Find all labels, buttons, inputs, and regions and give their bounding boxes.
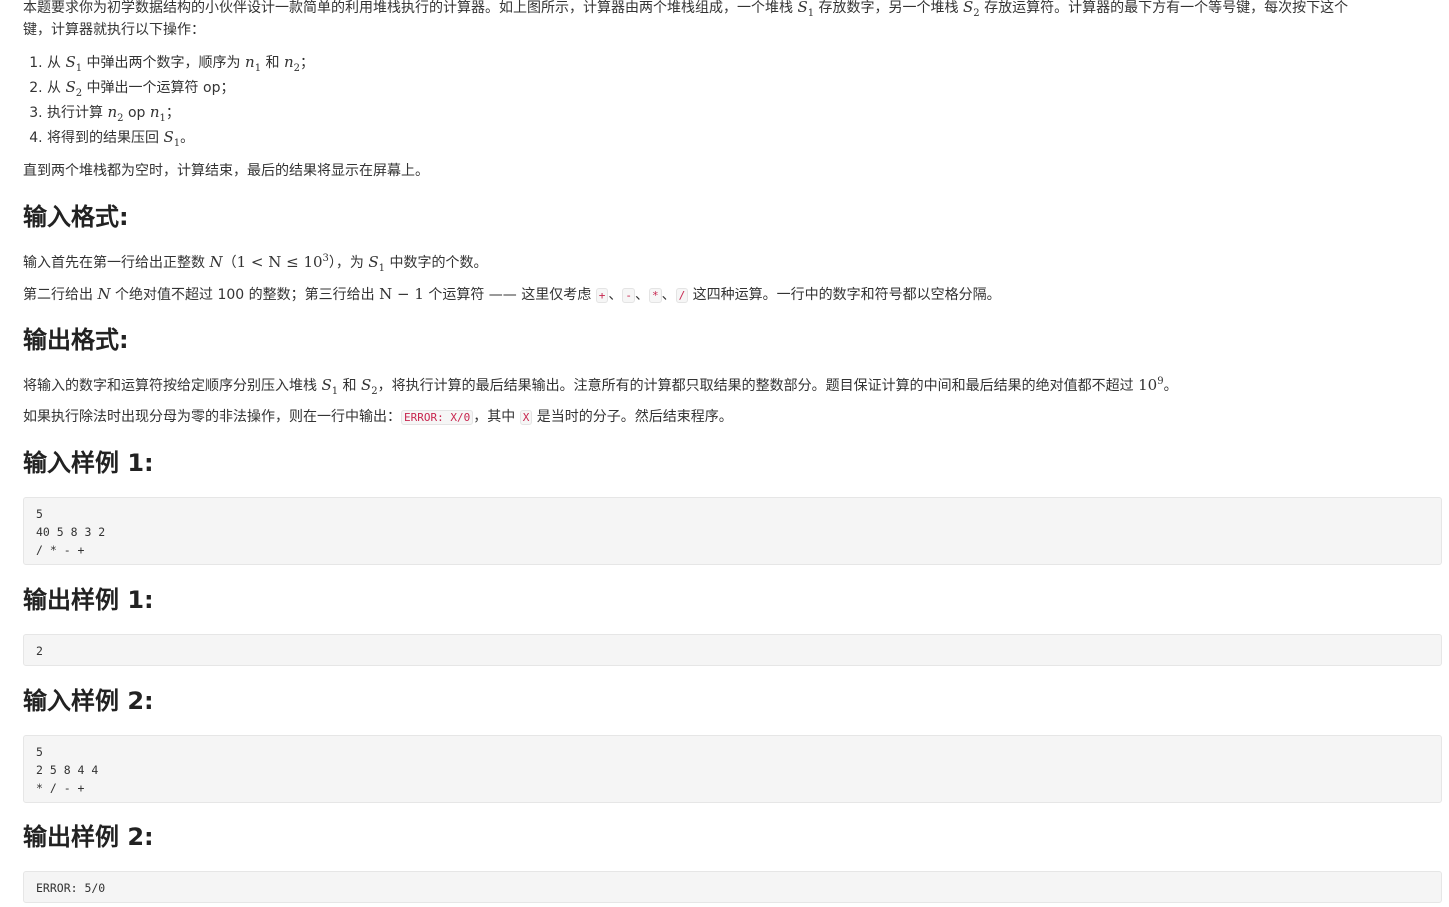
op-divide: / (675, 288, 689, 303)
sample-output-2-code[interactable]: ERROR: 5/0 (23, 871, 1442, 903)
error-format-code: ERROR: X/0 (401, 410, 474, 425)
sample-input-1-heading: 输入样例 1: (23, 449, 154, 477)
intro-text-4: 键，计算器就执行以下操作： (23, 22, 205, 38)
intro-text-2: 存放数字，另一个堆栈 (814, 0, 964, 16)
input-format-line-1: 输入首先在第一行给出正整数 N（1 < N ≤ 103），为 S1 中数字的个数… (23, 253, 488, 274)
output-format-heading: 输出格式: (23, 326, 129, 354)
math-s1: S1 (797, 0, 815, 19)
sample-output-1-code[interactable]: 2 (23, 634, 1442, 666)
op-plus: + (595, 288, 609, 303)
step-item: 执行计算 n2 op n1； (47, 100, 314, 125)
steps-list: 从 S1 中弹出两个数字，顺序为 n1 和 n2； 从 S2 中弹出一个运算符 … (23, 50, 314, 150)
sample-input-2-heading: 输入样例 2: (23, 687, 154, 715)
op-multiply: * (648, 288, 662, 303)
step-item: 从 S2 中弹出一个运算符 op； (47, 75, 314, 100)
output-format-line-1: 将输入的数字和运算符按给定顺序分别压入堆栈 S1 和 S2，将执行计算的最后结果… (23, 376, 1178, 397)
intro-text-3: 存放运算符。计算器的最下方有一个等号键，每次按下这个 (979, 0, 1349, 16)
sample-input-2-code[interactable]: 5 2 5 8 4 4 * / - + (23, 735, 1442, 803)
input-format-heading: 输入格式: (23, 203, 129, 231)
intro-conclusion: 直到两个堆栈都为空时，计算结束，最后的结果将显示在屏幕上。 (23, 163, 429, 179)
sample-input-1-code[interactable]: 5 40 5 8 3 2 / * - + (23, 497, 1442, 565)
math-s2: S2 (963, 0, 980, 19)
step-item: 将得到的结果压回 S1。 (47, 125, 314, 150)
intro-text-1: 本题要求你为初学数据结构的小伙伴设计一款简单的利用堆栈执行的计算器。如上图所示，… (23, 0, 798, 16)
input-format-line-2: 第二行给出 N 个绝对值不超过 100 的整数；第三行给出 N − 1 个运算符… (23, 285, 1001, 303)
sample-output-1-heading: 输出样例 1: (23, 586, 154, 614)
step-item: 从 S1 中弹出两个数字，顺序为 n1 和 n2； (47, 50, 314, 75)
sample-output-2-heading: 输出样例 2: (23, 823, 154, 851)
intro-paragraph: 本题要求你为初学数据结构的小伙伴设计一款简单的利用堆栈执行的计算器。如上图所示，… (23, 0, 1448, 41)
numerator-code: X (519, 410, 533, 425)
op-minus: - (622, 288, 635, 303)
output-format-line-2: 如果执行除法时出现分母为零的非法操作，则在一行中输出： ERROR: X/0 ，其中… (23, 409, 733, 425)
